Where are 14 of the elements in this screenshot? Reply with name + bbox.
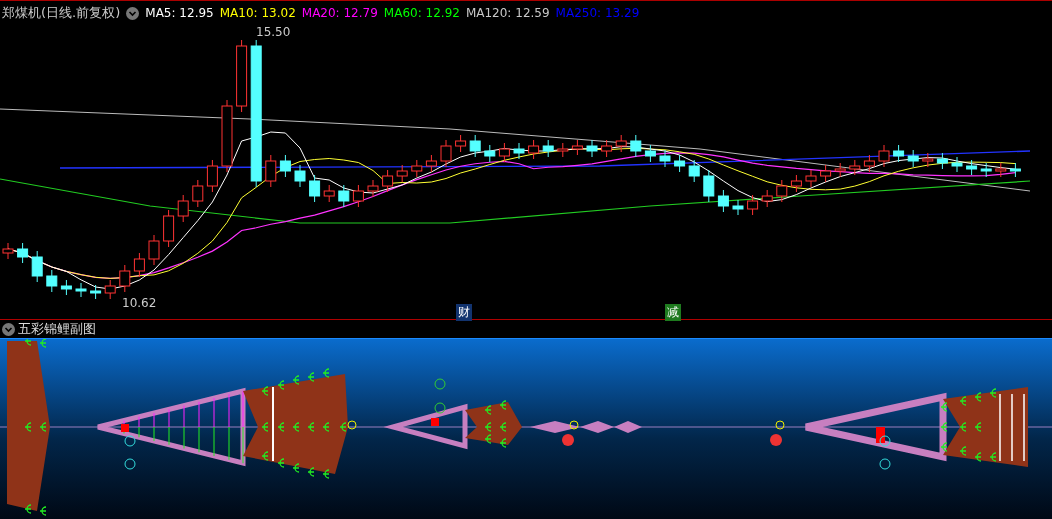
high-price-label: 15.50 bbox=[256, 25, 291, 39]
dropdown-icon[interactable] bbox=[126, 6, 140, 20]
moving-average-value: MA60: 12.92 bbox=[383, 6, 460, 20]
dropdown-icon[interactable] bbox=[2, 322, 15, 336]
event-marker: 财 bbox=[456, 304, 472, 321]
moving-average-value: MA10: 13.02 bbox=[219, 6, 296, 20]
moving-average-value: MA20: 12.79 bbox=[301, 6, 378, 20]
moving-average-value: MA120: 12.59 bbox=[465, 6, 550, 20]
chart-title: 郑煤机(日线.前复权) bbox=[2, 4, 121, 22]
moving-average-value: MA5: 12.95 bbox=[145, 6, 214, 20]
low-price-label: 10.62 bbox=[122, 296, 157, 310]
event-marker: 减 bbox=[665, 304, 681, 321]
moving-average-value: MA250: 13.29 bbox=[555, 6, 640, 20]
subchart-title: 五彩锦鲤副图 bbox=[18, 320, 96, 338]
